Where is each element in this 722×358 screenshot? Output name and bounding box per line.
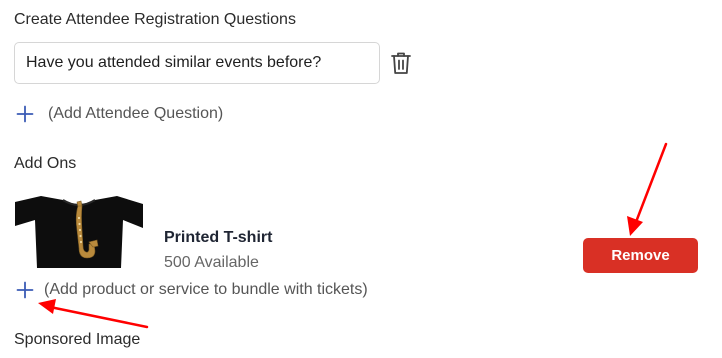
product-name: Printed T-shirt (164, 229, 273, 246)
add-attendee-question-button[interactable]: (Add Attendee Question) (16, 105, 223, 123)
annotation-arrow-remove (634, 142, 668, 224)
plus-icon (16, 281, 34, 299)
add-product-button[interactable]: (Add product or service to bundle with t… (16, 281, 368, 299)
sponsored-image-heading: Sponsored Image (14, 331, 141, 348)
add-product-label: (Add product or service to bundle with t… (44, 281, 368, 298)
registration-questions-heading: Create Attendee Registration Questions (14, 11, 296, 28)
product-availability: 500 Available (164, 254, 259, 271)
annotation-arrow-add-product (48, 305, 149, 329)
tshirt-saxophone-image (15, 196, 143, 268)
remove-addon-button[interactable]: Remove (583, 238, 698, 273)
add-ons-heading: Add Ons (14, 155, 77, 172)
add-attendee-question-label: (Add Attendee Question) (48, 105, 224, 122)
plus-icon (16, 105, 34, 123)
trash-icon[interactable] (389, 50, 413, 76)
attendee-question-input[interactable] (14, 42, 380, 84)
